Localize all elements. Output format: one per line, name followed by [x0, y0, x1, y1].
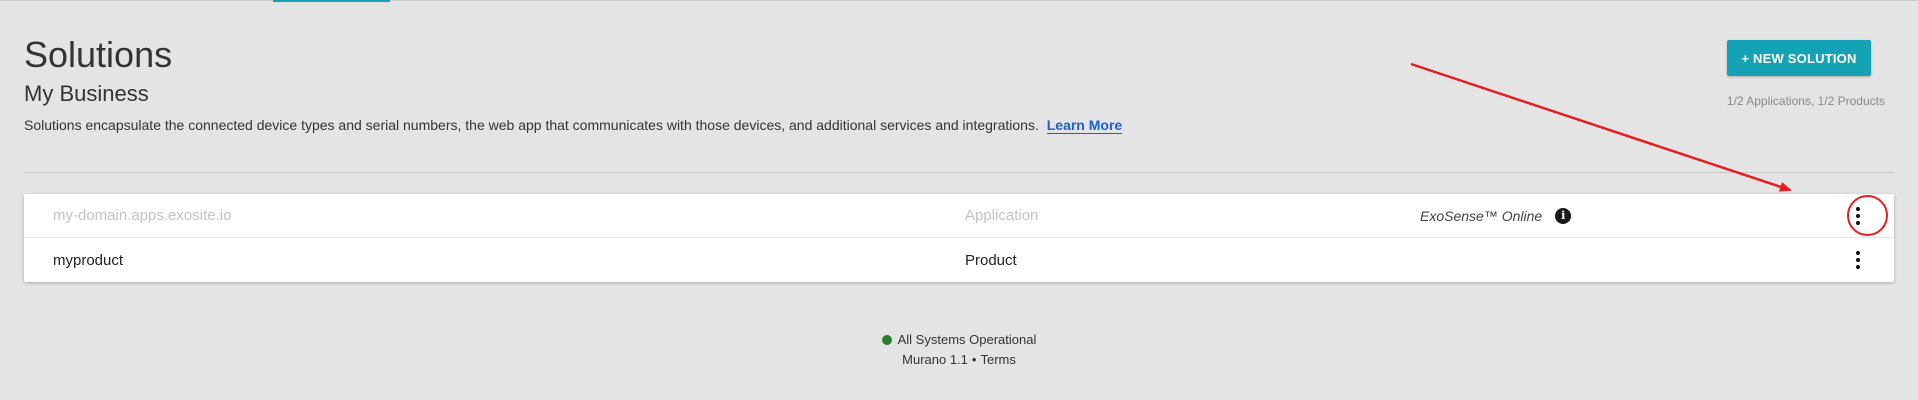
version-text: Murano 1.1 — [902, 352, 968, 367]
terms-link[interactable]: Terms — [980, 352, 1015, 367]
status-text: All Systems Operational — [897, 332, 1037, 347]
footer-separator: • — [971, 352, 977, 367]
system-status: All Systems Operational — [0, 332, 1918, 347]
status-dot-icon — [881, 334, 892, 345]
footer: Murano 1.1 • Terms — [0, 352, 1918, 367]
